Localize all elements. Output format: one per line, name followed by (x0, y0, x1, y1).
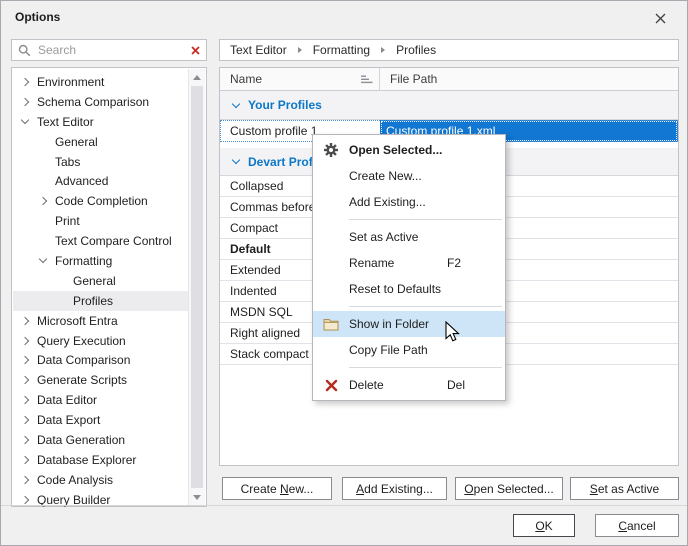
chevron-down-icon (231, 99, 241, 108)
context-menu: Open Selected... Create New... Add Exist… (312, 134, 506, 401)
tree-item-text-editor[interactable]: Text Editor (13, 112, 189, 132)
menu-item-open-selected[interactable]: Open Selected... (313, 137, 505, 163)
options-dialog: Options Text Editor Formatting Profiles … (0, 0, 688, 546)
tree-item-query-execution[interactable]: Query Execution (13, 331, 189, 351)
options-tree: Environment Schema Comparison Text Edito… (11, 67, 207, 507)
chevron-right-icon[interactable] (19, 435, 37, 445)
folder-icon (313, 318, 349, 331)
bottom-separator (1, 505, 687, 506)
scrollbar-thumb[interactable] (191, 86, 203, 488)
set-as-active-button[interactable]: Set as Active (570, 477, 679, 500)
chevron-right-icon[interactable] (19, 77, 37, 87)
table-header: Name File Path (220, 68, 678, 91)
ok-button[interactable]: OK (513, 514, 575, 537)
chevron-right-icon[interactable] (37, 197, 55, 206)
tree-item-profiles[interactable]: Profiles (13, 290, 189, 311)
tree-item-code-completion[interactable]: Code Completion (13, 191, 189, 211)
tree-item-generate-scripts[interactable]: Generate Scripts (13, 370, 189, 390)
column-header-name[interactable]: Name (220, 68, 380, 90)
chevron-down-icon (231, 155, 241, 165)
shortcut-label: F2 (447, 256, 462, 270)
scroll-up-icon[interactable] (189, 69, 205, 85)
clear-search-icon[interactable] (191, 45, 200, 55)
close-icon[interactable] (653, 11, 667, 25)
menu-item-rename[interactable]: Rename F2 (313, 250, 505, 276)
search-input[interactable] (36, 42, 186, 58)
tree-item-print[interactable]: Print (13, 211, 189, 231)
breadcrumb-separator-icon (297, 47, 302, 53)
menu-item-create-new[interactable]: Create New... (313, 163, 505, 189)
tree-item-data-comparison[interactable]: Data Comparison (13, 350, 189, 370)
tree-item-schema-comparison[interactable]: Schema Comparison (13, 92, 189, 112)
chevron-down-icon[interactable] (37, 255, 55, 264)
chevron-down-icon[interactable] (19, 115, 37, 125)
tree-item-microsoft-entra[interactable]: Microsoft Entra (13, 311, 189, 331)
dialog-title: Options (15, 10, 61, 24)
chevron-right-icon[interactable] (19, 475, 37, 484)
chevron-right-icon[interactable] (19, 356, 37, 365)
open-selected-button[interactable]: Open Selected... (455, 477, 563, 500)
tree-scrollbar[interactable] (188, 69, 205, 505)
breadcrumb-item-text-editor[interactable]: Text Editor (230, 43, 287, 57)
tree-item-data-export[interactable]: Data Export (13, 410, 189, 430)
chevron-right-icon[interactable] (19, 316, 37, 325)
menu-item-reset-to-defaults[interactable]: Reset to Defaults (313, 276, 505, 302)
breadcrumb-item-formatting[interactable]: Formatting (313, 43, 370, 57)
chevron-right-icon[interactable] (19, 395, 37, 405)
tree-item-text-compare-control[interactable]: Text Compare Control (13, 231, 189, 251)
shortcut-label: Del (447, 378, 466, 392)
menu-item-copy-file-path[interactable]: Copy File Path (313, 337, 505, 363)
gear-icon (313, 142, 349, 158)
mouse-cursor-icon (445, 320, 460, 346)
sort-ascending-icon (361, 75, 373, 84)
tree-item-data-generation[interactable]: Data Generation (13, 430, 189, 450)
group-header-your-profiles[interactable]: Your Profiles (220, 91, 678, 120)
delete-icon (313, 379, 349, 392)
tree-item-query-builder[interactable]: Query Builder (13, 490, 189, 510)
chevron-right-icon[interactable] (19, 455, 37, 465)
tree-item-formatting[interactable]: Formatting (13, 251, 189, 271)
menu-item-show-in-folder[interactable]: Show in Folder (313, 311, 505, 337)
menu-separator (349, 219, 502, 220)
chevron-right-icon[interactable] (19, 97, 37, 107)
column-header-file-path[interactable]: File Path (380, 68, 678, 90)
tree-item-code-analysis[interactable]: Code Analysis (13, 470, 189, 490)
chevron-right-icon[interactable] (19, 336, 37, 345)
tree-item-database-explorer[interactable]: Database Explorer (13, 450, 189, 470)
menu-separator (349, 367, 502, 368)
menu-item-add-existing[interactable]: Add Existing... (313, 189, 505, 215)
tree-item-data-editor[interactable]: Data Editor (13, 390, 189, 410)
menu-item-set-as-active[interactable]: Set as Active (313, 224, 505, 250)
tree-item-tabs[interactable]: Tabs (13, 152, 189, 172)
menu-item-delete[interactable]: Delete Del (313, 372, 505, 398)
chevron-right-icon[interactable] (19, 495, 37, 504)
search-icon (18, 44, 31, 57)
menu-separator (349, 306, 502, 307)
chevron-right-icon[interactable] (19, 376, 37, 385)
breadcrumb-item-profiles[interactable]: Profiles (396, 43, 436, 57)
search-box (11, 39, 207, 61)
scroll-down-icon[interactable] (189, 489, 205, 505)
tree-item-general[interactable]: General (13, 132, 189, 152)
breadcrumb-separator-icon (381, 47, 386, 53)
cancel-button[interactable]: Cancel (595, 514, 679, 537)
tree-item-environment[interactable]: Environment (13, 72, 189, 92)
tree-item-advanced[interactable]: Advanced (13, 171, 189, 191)
tree-item-formatting-general[interactable]: General (13, 271, 189, 291)
chevron-right-icon[interactable] (19, 415, 37, 425)
create-new-button[interactable]: Create New... (222, 477, 332, 500)
breadcrumb: Text Editor Formatting Profiles (219, 39, 679, 61)
add-existing-button[interactable]: Add Existing... (342, 477, 447, 500)
